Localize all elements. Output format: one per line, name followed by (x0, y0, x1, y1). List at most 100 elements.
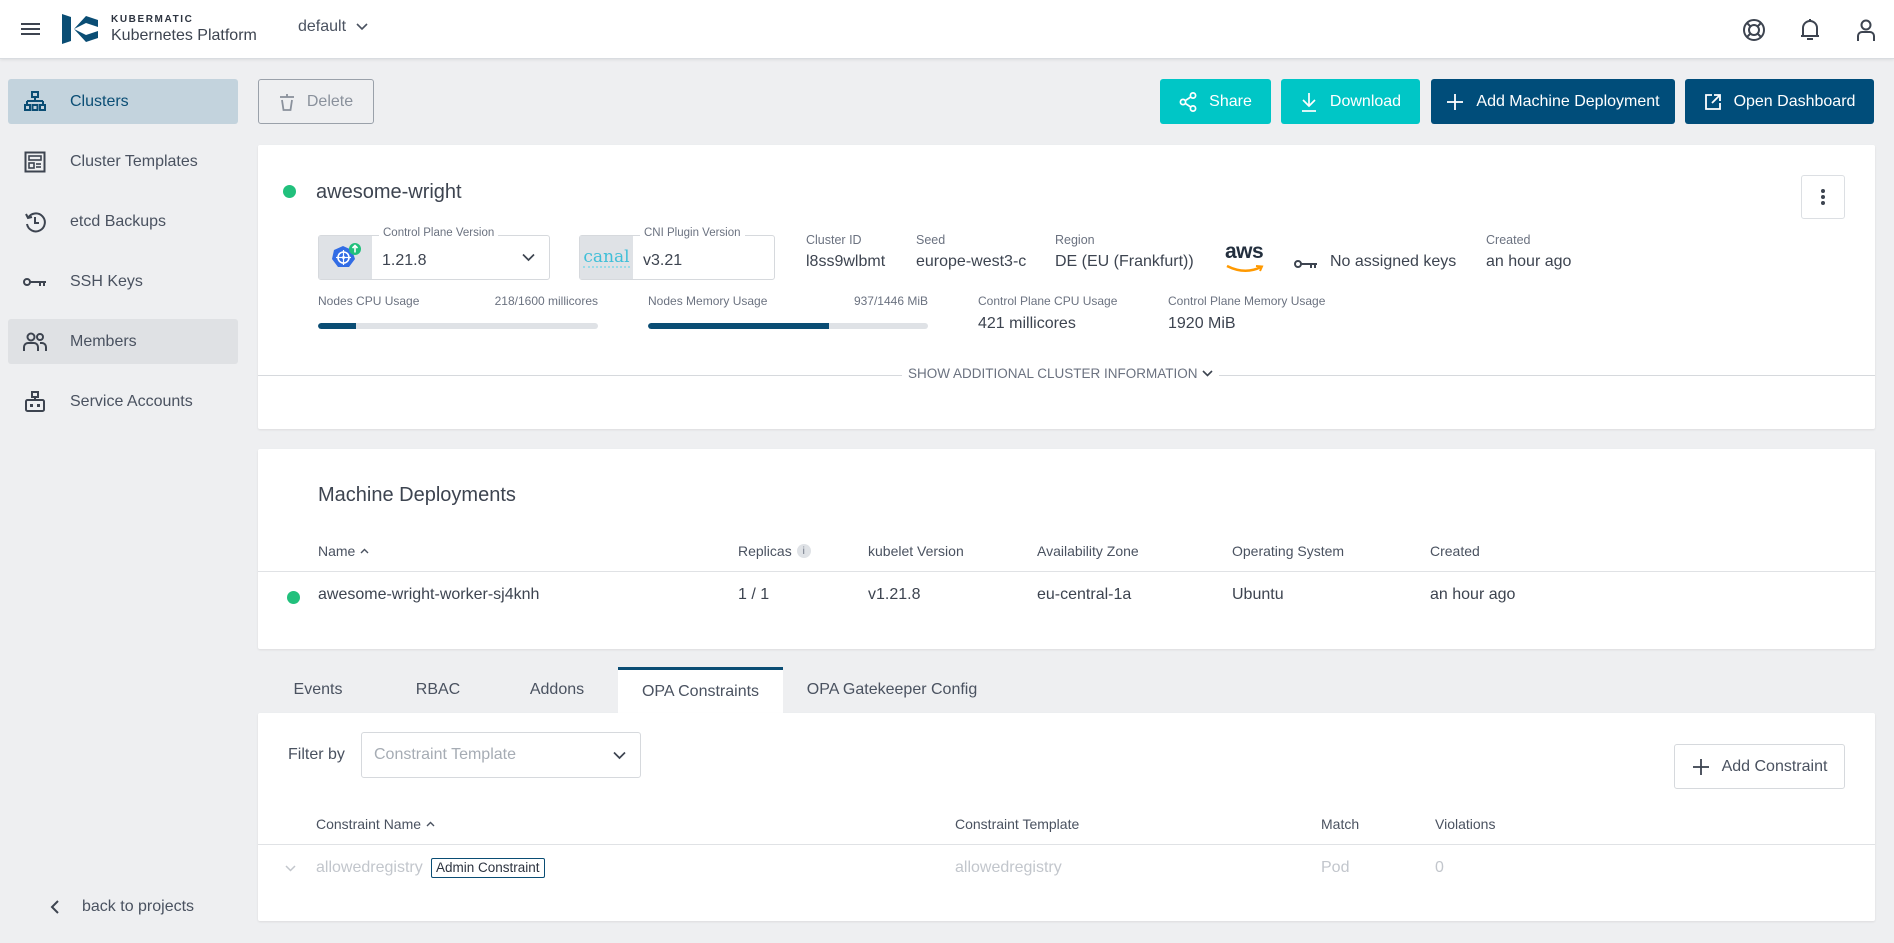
delete-label: Delete (306, 92, 354, 110)
column-header-replicas: Replicas i (738, 543, 811, 559)
constraint-template-placeholder: Constraint Template (374, 746, 516, 763)
expand-row-chevron-icon[interactable] (285, 865, 296, 872)
nodes-cpu-label: Nodes CPU Usage (318, 294, 420, 308)
add-constraint-button[interactable]: Add Constraint (1674, 744, 1845, 789)
sidebar-item-cluster-templates[interactable]: Cluster Templates (8, 139, 238, 184)
notifications-bell-icon[interactable] (1782, 0, 1838, 59)
tab-events[interactable]: Events (272, 667, 364, 713)
column-header-availability-zone: Availability Zone (1037, 543, 1139, 559)
robot-icon (8, 390, 70, 413)
sidebar: Clusters Cluster Templates etcd Backups … (0, 60, 246, 943)
cni-plugin-version-label: CNI Plugin Version (640, 227, 745, 239)
nodes-memory-bar (648, 323, 928, 329)
history-icon (8, 211, 70, 233)
table-row[interactable]: awesome-wright-worker-sj4knh 1 / 1 v1.21… (258, 572, 1875, 620)
column-header-match: Match (1321, 816, 1360, 832)
top-bar: KUBERMATIC Kubernetes Platform default (0, 0, 1894, 59)
constraint-violations: 0 (1435, 859, 1444, 876)
kubermatic-logo-icon[interactable] (62, 14, 99, 44)
tab-opa-gatekeeper-config[interactable]: OPA Gatekeeper Config (795, 667, 989, 713)
chevron-down-icon (356, 23, 368, 31)
chevron-down-icon (1201, 370, 1213, 377)
more-vert-icon (1821, 189, 1825, 205)
sidebar-item-etcd-backups[interactable]: etcd Backups (8, 199, 238, 244)
plus-icon (1692, 758, 1710, 776)
machine-deployment-replicas: 1 / 1 (738, 586, 770, 603)
back-to-projects-label: back to projects (82, 898, 195, 915)
cluster-templates-icon (8, 151, 70, 173)
aws-provider-icon: aws (1223, 240, 1265, 276)
sidebar-item-members[interactable]: Members (8, 319, 238, 364)
open-dashboard-label: Open Dashboard (1733, 92, 1856, 110)
download-label: Download (1329, 92, 1402, 110)
tab-rbac[interactable]: RBAC (398, 667, 478, 713)
sidebar-item-clusters[interactable]: Clusters (8, 79, 238, 124)
key-icon (8, 276, 70, 288)
nodes-memory-value: 937/1446 MiB (853, 294, 928, 308)
download-icon (1300, 92, 1318, 112)
menu-icon[interactable] (20, 19, 42, 39)
add-constraint-label: Add Constraint (1721, 757, 1828, 775)
show-additional-info-label: SHOW ADDITIONAL CLUSTER INFORMATION (908, 366, 1198, 381)
machine-deployment-name: awesome-wright-worker-sj4knh (318, 586, 540, 603)
control-plane-version-value: 1.21.8 (382, 252, 427, 269)
add-machine-deployment-label: Add Machine Deployment (1476, 92, 1660, 110)
column-header-created: Created (1430, 543, 1480, 559)
sidebar-item-label: SSH Keys (70, 272, 143, 290)
cluster-id-value: l8ss9wlbmt (806, 253, 886, 270)
column-header-operating-system: Operating System (1232, 543, 1345, 559)
members-icon (8, 332, 70, 352)
open-dashboard-button[interactable]: Open Dashboard (1685, 79, 1874, 124)
project-selector[interactable]: default (298, 18, 368, 36)
sidebar-item-service-accounts[interactable]: Service Accounts (8, 379, 238, 424)
cluster-details-card (258, 145, 1875, 429)
show-additional-info-toggle[interactable]: SHOW ADDITIONAL CLUSTER INFORMATION (902, 366, 1219, 381)
user-account-icon[interactable] (1838, 0, 1894, 59)
chevron-down-icon (522, 253, 535, 262)
machine-deployment-os: Ubuntu (1232, 586, 1284, 603)
machine-deployment-status-dot (287, 591, 300, 604)
delete-button[interactable]: Delete (258, 79, 374, 124)
constraint-name: allowedregistry (316, 859, 423, 876)
share-icon (1179, 91, 1197, 112)
sidebar-item-label: Clusters (70, 92, 129, 110)
control-plane-version-select[interactable]: Control Plane Version 1.21.8 (318, 227, 550, 280)
sidebar-item-ssh-keys[interactable]: SSH Keys (8, 259, 238, 304)
tab-opa-constraints[interactable]: OPA Constraints (618, 667, 783, 713)
created-value: an hour ago (1486, 253, 1572, 270)
share-button[interactable]: Share (1160, 79, 1271, 124)
project-name: default (298, 18, 347, 35)
admin-constraint-badge: Admin Constraint (431, 858, 545, 878)
control-plane-memory-value: 1920 MiB (1168, 315, 1236, 332)
sidebar-item-label: Service Accounts (70, 392, 193, 410)
canal-logo-icon: canal (580, 236, 633, 279)
more-options-button[interactable] (1801, 175, 1845, 219)
tab-addons[interactable]: Addons (515, 667, 599, 713)
region-label: Region (1055, 233, 1095, 247)
region-value: DE (EU (Frankfurt)) (1055, 253, 1194, 270)
column-header-violations: Violations (1435, 816, 1496, 832)
seed-value: europe-west3-c (916, 253, 1027, 270)
nodes-cpu-bar-fill (318, 323, 357, 329)
constraint-match: Pod (1321, 859, 1350, 876)
column-header-constraint-name[interactable]: Constraint Name (316, 816, 435, 832)
nodes-cpu-value: 218/1600 millicores (494, 294, 598, 308)
filter-by-label: Filter by (288, 746, 345, 763)
plus-icon (1446, 93, 1464, 111)
constraint-template-filter-select[interactable]: Constraint Template (361, 732, 641, 778)
back-to-projects-link[interactable]: back to projects (50, 898, 194, 916)
sort-ascending-icon (426, 821, 435, 827)
help-lifebuoy-icon[interactable] (1726, 0, 1782, 59)
info-icon[interactable]: i (796, 544, 811, 558)
add-machine-deployment-button[interactable]: Add Machine Deployment (1431, 79, 1675, 124)
share-label: Share (1209, 92, 1252, 110)
column-header-name[interactable]: Name (318, 543, 369, 559)
download-button[interactable]: Download (1281, 79, 1420, 124)
nodes-memory-label: Nodes Memory Usage (648, 294, 768, 308)
control-plane-cpu-value: 421 millicores (978, 315, 1076, 332)
chevron-down-icon (613, 751, 626, 760)
machine-deployment-kubelet: v1.21.8 (868, 586, 921, 603)
machine-deployment-created: an hour ago (1430, 586, 1516, 603)
machine-deployment-zone: eu-central-1a (1037, 586, 1132, 603)
key-icon (1294, 258, 1318, 270)
